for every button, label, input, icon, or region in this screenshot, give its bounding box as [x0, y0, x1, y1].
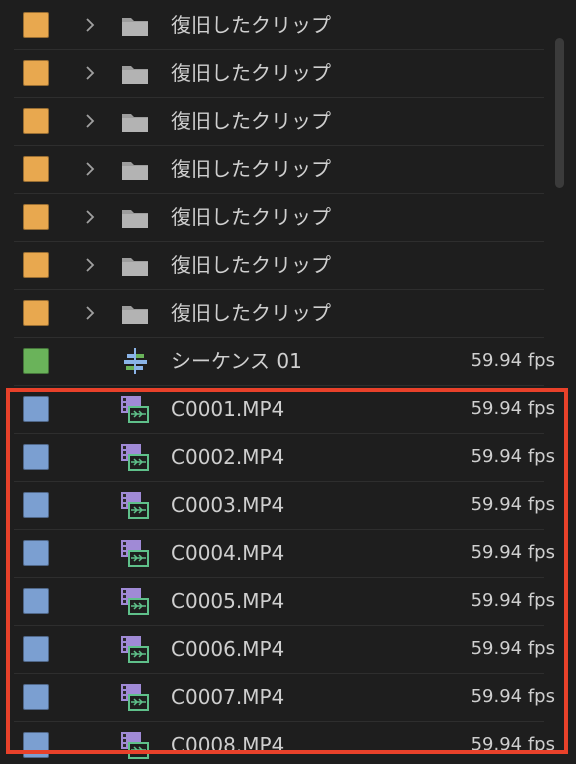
project-panel: 復旧したクリップ 復旧したクリップ 復旧したクリップ 復旧したクリップ 復旧したクリップ… [0, 0, 576, 764]
item-name: 復旧したクリップ [171, 205, 331, 229]
label-color-swatch[interactable] [23, 444, 49, 470]
bin-row[interactable]: 復旧したクリップ [14, 97, 544, 146]
video-clip-icon [118, 681, 152, 713]
item-name: 復旧したクリップ [171, 109, 331, 133]
frame-rate: 59.94 fps [470, 494, 555, 515]
label-color-swatch[interactable] [23, 540, 49, 566]
bin-row[interactable]: 復旧したクリップ [14, 1, 544, 50]
label-color-swatch[interactable] [23, 108, 49, 134]
label-color-swatch[interactable] [23, 684, 49, 710]
frame-rate: 59.94 fps [470, 734, 555, 755]
clip-row[interactable]: C0008.MP4 59.94 fps [14, 721, 555, 764]
clip-row[interactable]: C0006.MP4 59.94 fps [14, 625, 555, 674]
frame-rate: 59.94 fps [470, 398, 555, 419]
folder-icon [118, 153, 152, 185]
chevron-right-icon[interactable] [80, 157, 100, 181]
label-color-swatch[interactable] [23, 60, 49, 86]
horizontal-scrollbar[interactable] [20, 750, 46, 754]
label-color-swatch[interactable] [23, 252, 49, 278]
clip-row[interactable]: C0002.MP4 59.94 fps [14, 433, 555, 482]
label-color-swatch[interactable] [23, 12, 49, 38]
chevron-right-icon[interactable] [80, 205, 100, 229]
video-clip-icon [118, 729, 152, 761]
folder-icon [118, 105, 152, 137]
label-color-swatch[interactable] [23, 156, 49, 182]
video-clip-icon [118, 633, 152, 665]
video-clip-icon [118, 393, 152, 425]
chevron-right-icon[interactable] [80, 61, 100, 85]
bin-row[interactable]: 復旧したクリップ [14, 241, 544, 290]
frame-rate: 59.94 fps [470, 542, 555, 563]
folder-icon [118, 9, 152, 41]
bin-row[interactable]: 復旧したクリップ [14, 49, 544, 98]
item-name: シーケンス 01 [171, 349, 302, 373]
folder-icon [118, 249, 152, 281]
clip-row[interactable]: C0001.MP4 59.94 fps [14, 385, 555, 434]
video-clip-icon [118, 537, 152, 569]
label-color-swatch[interactable] [23, 348, 49, 374]
label-color-swatch[interactable] [23, 492, 49, 518]
frame-rate: 59.94 fps [470, 350, 555, 371]
label-color-swatch[interactable] [23, 204, 49, 230]
clip-row[interactable]: C0003.MP4 59.94 fps [14, 481, 555, 530]
video-clip-icon [118, 585, 152, 617]
item-name: C0003.MP4 [171, 493, 285, 517]
chevron-right-icon[interactable] [80, 13, 100, 37]
item-name: C0006.MP4 [171, 637, 285, 661]
chevron-right-icon[interactable] [80, 301, 100, 325]
folder-icon [118, 201, 152, 233]
clip-row[interactable]: C0005.MP4 59.94 fps [14, 577, 555, 626]
folder-icon [118, 57, 152, 89]
frame-rate: 59.94 fps [470, 590, 555, 611]
label-color-swatch[interactable] [23, 300, 49, 326]
item-name: C0004.MP4 [171, 541, 285, 565]
label-color-swatch[interactable] [23, 732, 49, 758]
label-color-swatch[interactable] [23, 636, 49, 662]
folder-icon [118, 297, 152, 329]
bin-row[interactable]: 復旧したクリップ [14, 289, 544, 338]
item-name: C0001.MP4 [171, 397, 285, 421]
item-name: 復旧したクリップ [171, 61, 331, 85]
sequence-row[interactable]: シーケンス 01 59.94 fps [14, 337, 555, 386]
video-clip-icon [118, 441, 152, 473]
item-name: C0002.MP4 [171, 445, 285, 469]
item-name: 復旧したクリップ [171, 253, 331, 277]
label-color-swatch[interactable] [23, 588, 49, 614]
item-name: 復旧したクリップ [171, 13, 331, 37]
frame-rate: 59.94 fps [470, 446, 555, 467]
item-name: C0007.MP4 [171, 685, 285, 709]
item-name: 復旧したクリップ [171, 157, 331, 181]
item-name: C0008.MP4 [171, 733, 285, 757]
item-name: C0005.MP4 [171, 589, 285, 613]
chevron-right-icon[interactable] [80, 109, 100, 133]
bin-row[interactable]: 復旧したクリップ [14, 145, 544, 194]
item-name: 復旧したクリップ [171, 301, 331, 325]
clip-row[interactable]: C0007.MP4 59.94 fps [14, 673, 555, 722]
vertical-scrollbar[interactable] [555, 38, 564, 188]
sequence-icon [118, 345, 152, 377]
chevron-right-icon[interactable] [80, 253, 100, 277]
bin-row[interactable]: 復旧したクリップ [14, 193, 544, 242]
label-color-swatch[interactable] [23, 396, 49, 422]
frame-rate: 59.94 fps [470, 638, 555, 659]
frame-rate: 59.94 fps [470, 686, 555, 707]
video-clip-icon [118, 489, 152, 521]
clip-row[interactable]: C0004.MP4 59.94 fps [14, 529, 555, 578]
